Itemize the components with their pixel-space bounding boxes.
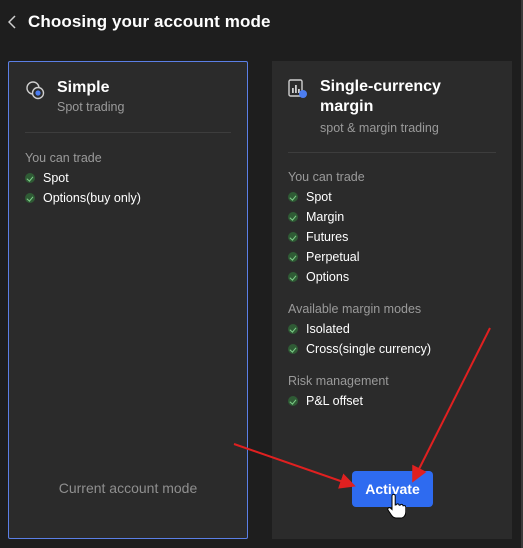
list-item: Options [288,270,349,284]
list-item: Perpetual [288,250,360,264]
simple-mode-icon [26,81,45,100]
check-icon [288,344,298,354]
account-mode-dialog: Choosing your account mode Simple Spot t… [0,0,523,548]
simple-mode-card[interactable]: Simple Spot trading You can trade Spot O… [8,61,248,539]
margin-modes-label: Available margin modes [288,302,422,316]
list-item: P&L offset [288,394,363,408]
single-currency-margin-card[interactable]: Single-currency margin spot & margin tra… [272,61,512,539]
hand-cursor-icon [387,494,406,519]
dialog-header: Choosing your account mode [0,0,521,46]
check-icon [288,324,298,334]
back-button[interactable] [4,12,20,32]
list-item: Spot [25,171,69,185]
check-icon [288,272,298,282]
list-item: Isolated [288,322,350,336]
list-item: Spot [288,190,332,204]
margin-mode-icon [288,79,307,98]
list-item: Margin [288,210,344,224]
list-item: Options(buy only) [25,191,141,205]
check-icon [288,192,298,202]
simple-title: Simple [57,79,110,96]
current-mode-label: Current account mode [58,480,198,496]
check-icon [25,193,35,203]
chevron-left-icon [8,15,16,29]
simple-trade-label: You can trade [25,151,102,165]
page-title: Choosing your account mode [28,12,271,31]
risk-management-label: Risk management [288,374,389,388]
divider [288,152,496,153]
check-icon [288,396,298,406]
margin-trade-label: You can trade [288,170,365,184]
check-icon [288,252,298,262]
margin-subtitle: spot & margin trading [320,121,439,135]
margin-title-line2: margin [320,98,374,115]
check-icon [288,232,298,242]
check-icon [25,173,35,183]
margin-title-line1: Single-currency [320,78,441,95]
simple-subtitle: Spot trading [57,100,125,114]
list-item: Futures [288,230,348,244]
check-icon [288,212,298,222]
divider [25,132,231,133]
list-item: Cross(single currency) [288,342,431,356]
